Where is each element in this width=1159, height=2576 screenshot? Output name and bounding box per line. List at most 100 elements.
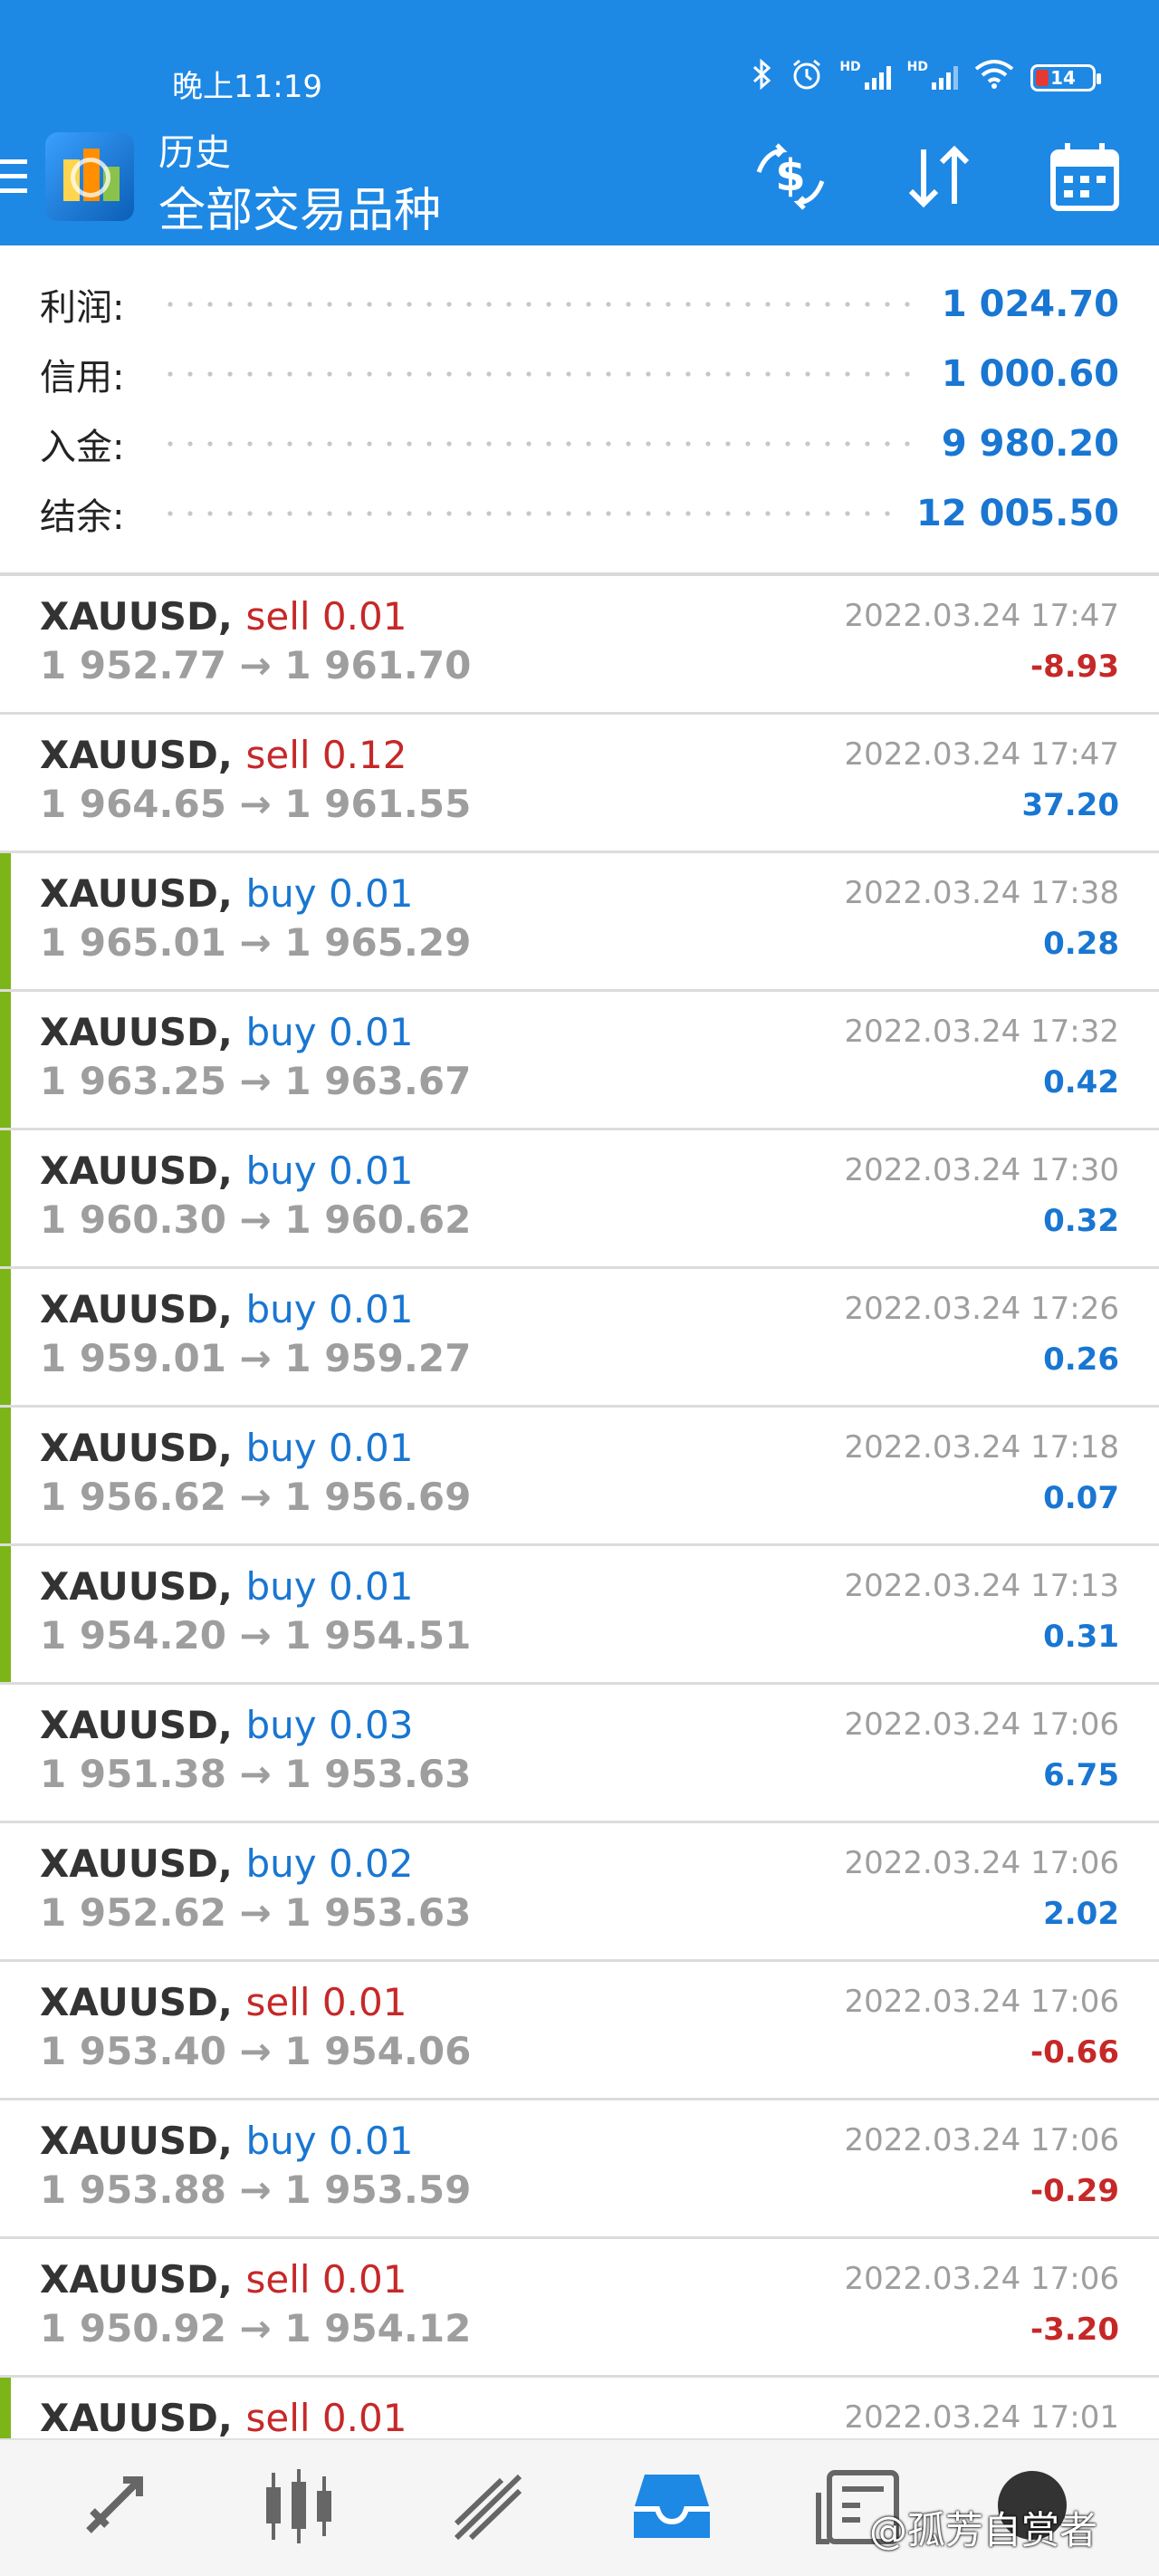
alarm-icon — [790, 58, 823, 98]
symbol-name: XAUUSD, — [40, 733, 233, 777]
deal-profit: 0.42 — [1043, 1064, 1119, 1101]
deal-symbol: XAUUSD, sell 0.01 — [40, 594, 407, 639]
page-title-small: 历史 — [158, 132, 231, 174]
deal-profit: 0.32 — [1043, 1203, 1119, 1239]
deal-profit: 0.26 — [1043, 1341, 1119, 1378]
quotes-icon[interactable] — [71, 2465, 161, 2547]
symbol-name: XAUUSD, — [40, 1980, 233, 2024]
deal-time: 2022.03.24 17:06 — [844, 1845, 1119, 1881]
deal-symbol: XAUUSD, sell 0.12 — [40, 733, 407, 777]
deal-prices: 1 953.40 → 1 954.06 — [40, 2029, 471, 2073]
deal-time: 2022.03.24 17:47 — [844, 736, 1119, 773]
signal-icon — [932, 66, 958, 90]
deal-profit: 0.28 — [1043, 926, 1119, 962]
close-price: 1 953.63 — [284, 1890, 472, 1935]
dot-leader — [160, 371, 918, 377]
arrow-icon: → — [239, 782, 272, 826]
open-price: 1 956.62 — [40, 1475, 226, 1519]
profit-marker — [0, 1269, 11, 1405]
summary-value: 1 000.60 — [941, 353, 1119, 395]
summary-value: 9 980.20 — [941, 423, 1119, 465]
open-price: 1 959.01 — [40, 1336, 226, 1380]
deal-profit: 6.75 — [1043, 1757, 1119, 1793]
open-price: 1 965.01 — [40, 920, 226, 965]
deal-row[interactable]: XAUUSD, buy 0.01 1 963.25 → 1 963.67 2022.… — [0, 992, 1159, 1130]
deal-type: buy 0.03 — [245, 1703, 414, 1747]
close-price: 1 959.27 — [284, 1336, 472, 1380]
open-price: 1 953.88 — [40, 2167, 226, 2212]
deal-row[interactable]: XAUUSD, sell 0.01 1 953.40 → 1 954.06 2022… — [0, 1962, 1159, 2100]
profit-marker — [0, 992, 11, 1128]
deal-type: sell 0.12 — [245, 733, 407, 777]
deal-row[interactable]: XAUUSD, buy 0.03 1 951.38 → 1 953.63 2022.… — [0, 1685, 1159, 1823]
symbol-name: XAUUSD, — [40, 594, 233, 639]
deal-symbol: XAUUSD, sell 0.01 — [40, 2396, 407, 2438]
watermark: @孤芳自赏者 — [869, 2508, 1098, 2552]
deal-row[interactable]: XAUUSD, buy 0.01 1 965.01 → 1 965.29 2022.… — [0, 853, 1159, 992]
close-price: 1 954.12 — [284, 2306, 472, 2350]
deal-time: 2022.03.24 17:30 — [844, 1152, 1119, 1188]
deal-type: buy 0.01 — [245, 1564, 414, 1609]
page-title[interactable]: 全部交易品种 — [158, 172, 441, 240]
deal-prices: 1 956.62 → 1 956.69 — [40, 1475, 471, 1519]
bluetooth-icon — [751, 58, 774, 97]
deal-profit: -8.93 — [1030, 649, 1119, 685]
signal-icon — [864, 66, 891, 90]
deal-symbol: XAUUSD, buy 0.01 — [40, 871, 414, 916]
deal-row[interactable]: XAUUSD, buy 0.01 1 953.88 → 1 953.59 2022.… — [0, 2100, 1159, 2239]
open-price: 1 964.65 — [40, 782, 226, 826]
deal-row[interactable]: XAUUSD, buy 0.01 1 959.01 → 1 959.27 2022.… — [0, 1269, 1159, 1408]
summary-value: 1 024.70 — [941, 284, 1119, 325]
symbol-name: XAUUSD, — [40, 2396, 233, 2438]
deal-type: sell 0.01 — [245, 1980, 407, 2024]
close-price: 1 963.67 — [284, 1059, 472, 1103]
deal-profit: -3.20 — [1030, 2312, 1119, 2348]
trade-icon[interactable] — [444, 2465, 534, 2547]
sort-icon[interactable] — [898, 136, 980, 217]
deal-time: 2022.03.24 17:13 — [844, 1568, 1119, 1604]
deal-type: buy 0.01 — [245, 871, 414, 916]
summary-label: 信用: — [40, 357, 125, 399]
deal-symbol: XAUUSD, buy 0.03 — [40, 1703, 414, 1747]
menu-icon[interactable] — [0, 159, 29, 199]
deal-profit: -0.66 — [1030, 2034, 1119, 2071]
deal-prices: 1 954.20 → 1 954.51 — [40, 1613, 471, 1658]
calendar-icon[interactable] — [1044, 136, 1125, 217]
open-price: 1 951.38 — [40, 1752, 226, 1796]
close-price: 1 953.59 — [284, 2167, 472, 2212]
deal-row[interactable]: XAUUSD, sell 0.12 1 964.65 → 1 961.55 2022… — [0, 715, 1159, 853]
deal-row[interactable]: XAUUSD, buy 0.01 1 956.62 → 1 956.69 2022.… — [0, 1408, 1159, 1546]
deal-row[interactable]: XAUUSD, sell 0.01 2022.03.24 17:01 — [0, 2378, 1159, 2438]
history-icon[interactable] — [627, 2465, 717, 2547]
deal-row[interactable]: XAUUSD, buy 0.02 1 952.62 → 1 953.63 2022.… — [0, 1823, 1159, 1962]
battery-icon: 14 — [1030, 64, 1101, 91]
deals-list[interactable]: XAUUSD, sell 0.01 1 952.77 → 1 961.70 2022… — [0, 576, 1159, 2438]
deal-symbol: XAUUSD, sell 0.01 — [40, 1980, 407, 2024]
deal-symbol: XAUUSD, buy 0.01 — [40, 1287, 414, 1331]
deal-row[interactable]: XAUUSD, sell 0.01 1 950.92 → 1 954.12 2022… — [0, 2239, 1159, 2378]
close-price: 1 954.51 — [284, 1613, 472, 1658]
deal-type: buy 0.01 — [245, 2119, 414, 2163]
deal-symbol: XAUUSD, buy 0.01 — [40, 1426, 414, 1470]
summary-value: 12 005.50 — [916, 493, 1119, 534]
arrow-icon: → — [239, 1197, 272, 1242]
deal-time: 2022.03.24 17:06 — [844, 1984, 1119, 2020]
chart-icon[interactable] — [254, 2465, 344, 2547]
deal-type: sell 0.01 — [245, 2257, 407, 2302]
arrow-icon: → — [239, 2167, 272, 2212]
deal-prices: 1 963.25 → 1 963.67 — [40, 1059, 471, 1103]
currency-exchange-icon[interactable]: $ — [750, 136, 831, 217]
open-price: 1 963.25 — [40, 1059, 226, 1103]
symbol-name: XAUUSD, — [40, 2119, 233, 2163]
arrow-icon: → — [239, 1475, 272, 1519]
deal-type: buy 0.01 — [245, 1010, 414, 1054]
deal-profit: 0.07 — [1043, 1480, 1119, 1516]
app-header: 晚上11:19 HD HD 14 历史 全部交易品种 $ — [0, 0, 1159, 245]
deal-prices: 1 964.65 → 1 961.55 — [40, 782, 471, 826]
deal-row[interactable]: XAUUSD, buy 0.01 1 954.20 → 1 954.51 2022.… — [0, 1546, 1159, 1685]
deal-row[interactable]: XAUUSD, sell 0.01 1 952.77 → 1 961.70 2022… — [0, 576, 1159, 715]
deal-type: buy 0.01 — [245, 1287, 414, 1331]
deal-row[interactable]: XAUUSD, buy 0.01 1 960.30 → 1 960.62 2022.… — [0, 1130, 1159, 1269]
symbol-name: XAUUSD, — [40, 1426, 233, 1470]
deal-type: sell 0.01 — [245, 594, 407, 639]
